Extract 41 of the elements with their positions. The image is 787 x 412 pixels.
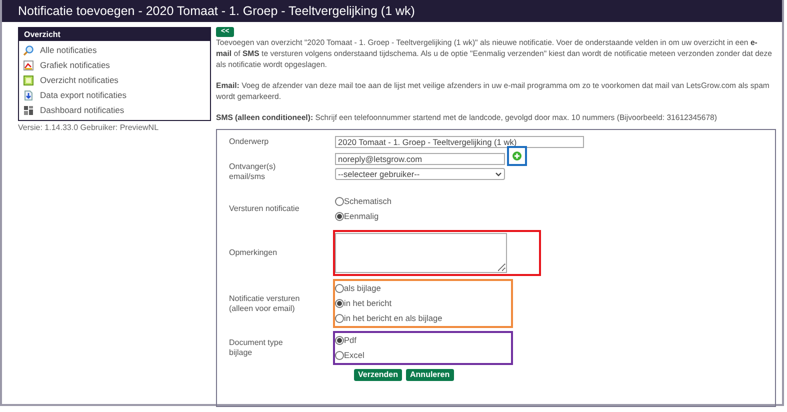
table-icon — [23, 75, 34, 86]
version-text: Versie: 1.14.33.0 Gebruiker: PreviewNL — [18, 122, 160, 134]
chevron-icon — [495, 172, 502, 176]
field-label: Onderwerp — [228, 137, 270, 147]
radio-label: Excel — [344, 349, 364, 362]
field-label: Versturen notificatie — [228, 204, 300, 214]
field-label: Ontvanger(s) email/sms — [228, 161, 277, 183]
recipient-field[interactable]: noreply@letsgrow.com — [335, 153, 505, 165]
sidebar-item[interactable]: Overzicht notificaties — [40, 74, 118, 87]
radio-button[interactable] — [335, 314, 344, 323]
field-label: Notificatie versturen (alleen voor email) — [228, 294, 301, 314]
user-dropdown[interactable]: --selecteer gebruiker-- — [335, 168, 505, 180]
radio-label: in het bericht — [344, 297, 392, 310]
field-label: Document type bijlage — [228, 338, 284, 358]
dashboard-icon — [23, 105, 34, 116]
radio-label: in het bericht en als bijlage — [344, 312, 442, 325]
add-icon[interactable] — [512, 151, 522, 161]
radio-button[interactable] — [335, 299, 344, 308]
sidebar-item[interactable]: Grafiek notificaties — [40, 59, 110, 72]
radio-label: Schematisch — [344, 195, 392, 208]
field-label: Opmerkingen — [228, 248, 278, 258]
window-title: Notificatie toevoegen - 2020 Tomaat - 1. Groep - Teeltvergelijking (1 wk) — [2, 0, 782, 22]
radio-button[interactable] — [335, 197, 344, 206]
sidebar-item[interactable]: Alle notificaties — [40, 44, 97, 57]
sidebar-item[interactable]: Dashboard notificaties — [40, 104, 124, 117]
remarks-field[interactable] — [335, 233, 507, 273]
sidebar-item[interactable]: Data export notificaties — [40, 89, 126, 102]
radio-label: Pdf — [344, 334, 356, 347]
radio-label: als bijlage — [344, 282, 381, 295]
document-icon — [23, 90, 34, 101]
radio-button[interactable] — [335, 336, 344, 345]
sidebar-title: Overzicht — [19, 28, 210, 41]
radio-button[interactable] — [335, 351, 344, 360]
form-button[interactable]: Verzenden — [354, 369, 402, 381]
search-icon — [23, 45, 34, 56]
form-button[interactable]: Annuleren — [406, 369, 454, 381]
radio-button[interactable] — [335, 284, 344, 293]
chart-icon — [23, 60, 34, 71]
radio-label: Eenmalig — [344, 210, 379, 223]
radio-button[interactable] — [335, 212, 344, 221]
subject-field[interactable]: 2020 Tomaat - 1. Groep - Teeltvergelijking (1 wk) — [335, 136, 584, 148]
